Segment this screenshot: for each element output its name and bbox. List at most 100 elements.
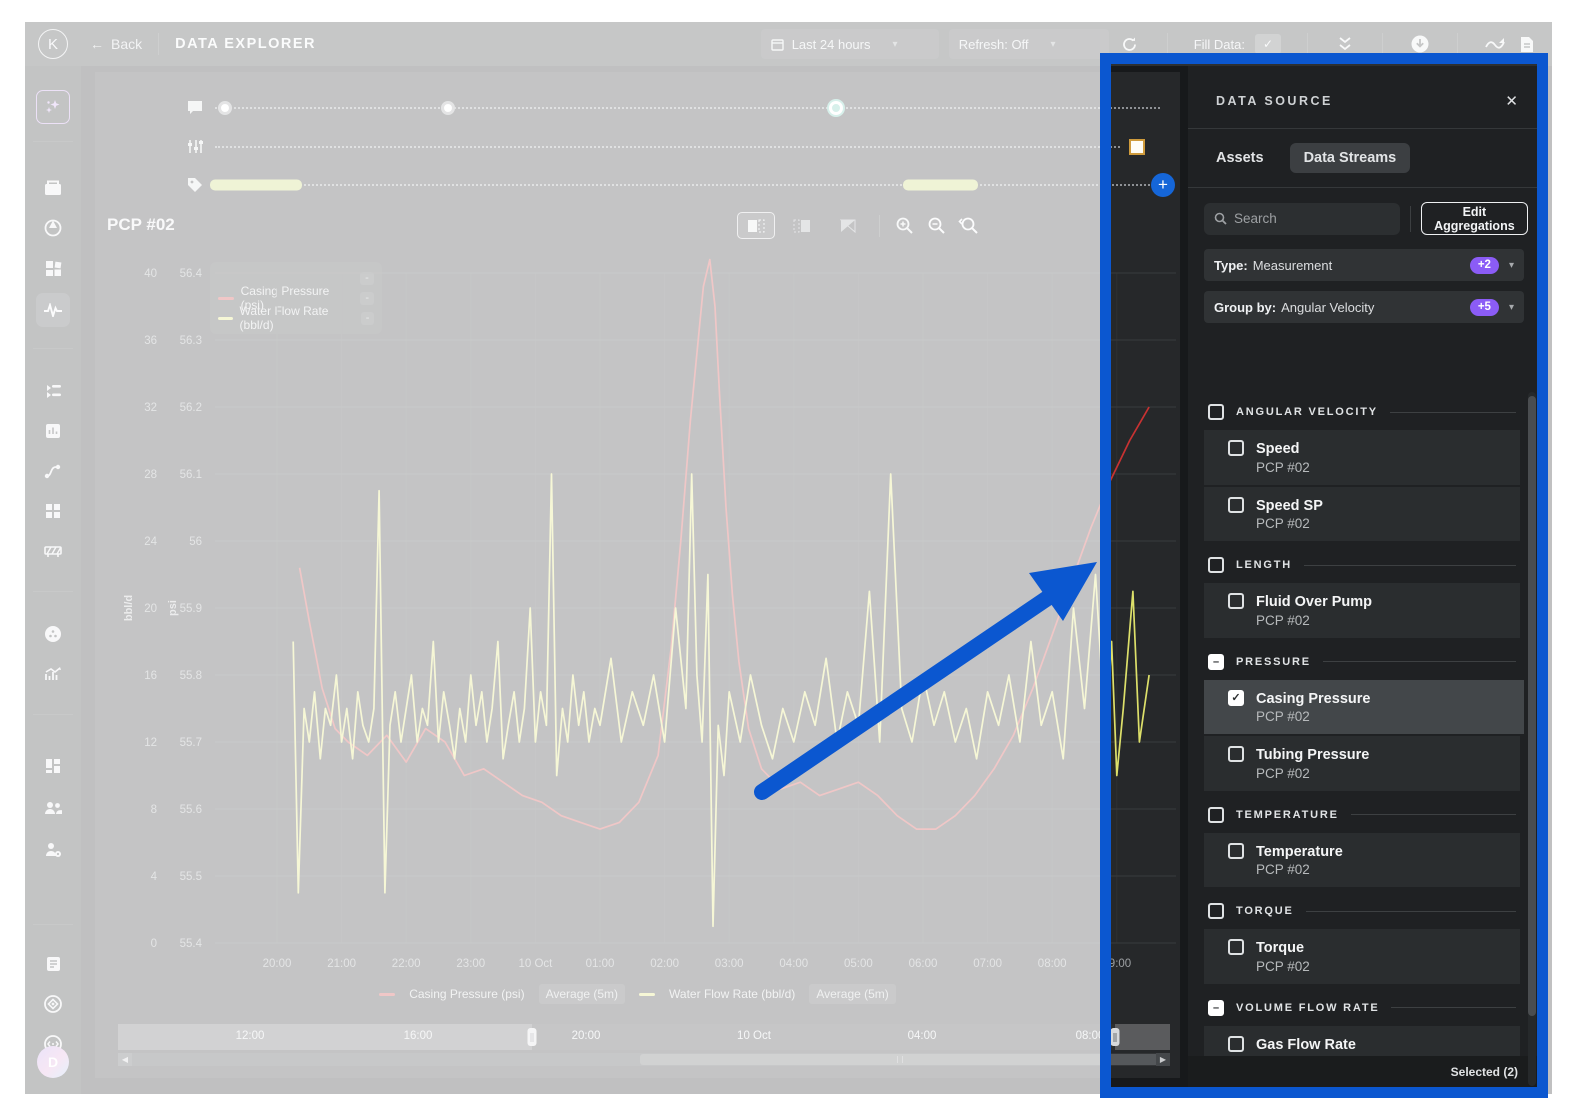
layout-diagonal-button[interactable] (829, 212, 867, 239)
stream-checkbox[interactable] (1228, 939, 1244, 956)
divider (1304, 564, 1516, 566)
stream-name: Gas Flow Rate (1256, 1036, 1356, 1053)
tag-duration-bar[interactable] (903, 179, 978, 191)
group-checkbox[interactable]: – (1208, 999, 1224, 1016)
sidebar-item-reports[interactable] (36, 414, 70, 448)
scroll-right-arrow[interactable]: ▶ (1156, 1053, 1170, 1066)
add-annotation-button[interactable]: + (1151, 173, 1175, 197)
timeseries-chart[interactable]: 40 56.436 56.332 56.228 56.124 5620 55.916 55.8… (110, 258, 1176, 970)
stream-checkbox[interactable] (1228, 842, 1244, 859)
zoom-reset-icon[interactable] (956, 214, 980, 238)
sidebar-item-integrations[interactable] (36, 374, 70, 408)
tab-assets[interactable]: Assets (1216, 143, 1264, 173)
aggregate-badge[interactable]: Average (5m) (809, 984, 896, 1004)
stream-checkbox[interactable]: ✓ (1228, 689, 1244, 706)
panel-scrollbar[interactable] (1528, 392, 1536, 1086)
sidebar-item-apps[interactable] (36, 749, 70, 783)
y-right-tick: 56.4 (180, 268, 203, 280)
stream-group-header: – VOLUME FLOW RATE (1208, 999, 1524, 1016)
tag-duration-bar[interactable] (210, 179, 302, 191)
close-icon[interactable]: ✕ (1505, 92, 1518, 110)
threshold-marker[interactable] (1129, 139, 1145, 155)
reload-icon[interactable] (1119, 33, 1141, 55)
comment-marker[interactable] (829, 101, 843, 115)
download-icon[interactable] (1409, 33, 1431, 55)
stream-item[interactable]: Torque PCP #02 (1204, 929, 1520, 984)
sidebar-item-control[interactable] (36, 617, 70, 651)
group-checkbox[interactable] (1208, 404, 1224, 420)
sidebar-item-docs[interactable] (36, 947, 70, 981)
sidebar-item-maintenance[interactable] (36, 534, 70, 568)
stream-checkbox[interactable] (1228, 593, 1244, 610)
stream-item[interactable]: Speed SP PCP #02 (1204, 486, 1520, 542)
scroll-left-arrow[interactable]: ◀ (118, 1053, 132, 1066)
group-checkbox[interactable] (1208, 806, 1224, 823)
brush-tick-label: 16:00 (403, 1030, 433, 1042)
brush-handle[interactable] (527, 1028, 537, 1046)
sidebar-item-teams[interactable] (36, 791, 70, 825)
comments-timeline[interactable] (215, 107, 1160, 109)
sidebar-item-workflows[interactable] (36, 454, 70, 488)
zoom-in-icon[interactable] (892, 214, 916, 238)
tab-data-streams[interactable]: Data Streams (1289, 143, 1411, 173)
stream-item[interactable]: Speed PCP #02 (1204, 430, 1520, 485)
brush-handle[interactable] (1110, 1028, 1120, 1046)
group-checkbox[interactable]: – (1208, 653, 1224, 670)
chart-bottom-legend: Casing Pressure (psi) Average (5m) Water… (95, 984, 1180, 1004)
y-left-unit: bbl/d (123, 595, 135, 621)
brush-tick-label: 10 Oct (737, 1030, 771, 1042)
horizontal-scrollbar[interactable]: ◀ ▶ (118, 1053, 1170, 1066)
back-button[interactable]: ← Back (90, 36, 142, 52)
group-checkbox[interactable] (1208, 903, 1224, 920)
stream-checkbox[interactable] (1228, 440, 1244, 456)
group-label: VOLUME FLOW RATE (1236, 1001, 1380, 1014)
fill-data-checkbox[interactable]: ✓ (1255, 34, 1281, 54)
stream-checkbox[interactable] (1228, 496, 1244, 513)
app-logo[interactable]: K (38, 29, 68, 59)
divider (33, 591, 73, 592)
stream-checkbox[interactable] (1228, 1035, 1244, 1052)
refresh-select[interactable]: Refresh: Off ▾ (948, 29, 1109, 59)
stream-item[interactable]: Gas Flow RatePCP #02 (1204, 1025, 1520, 1056)
stream-item[interactable]: Tubing Pressure PCP #02 (1204, 736, 1520, 791)
tags-timeline[interactable] (215, 184, 1150, 186)
stream-item[interactable]: Fluid Over Pump PCP #02 (1204, 583, 1520, 638)
sidebar-item-assets[interactable] (36, 251, 70, 285)
layout-split-left-button[interactable] (737, 212, 775, 239)
ai-assistant-button[interactable] (36, 90, 70, 124)
divider (1166, 33, 1168, 55)
report-icon[interactable] (1516, 33, 1538, 55)
brush-unselected-right (1115, 1024, 1170, 1050)
group-by-filter[interactable]: Group by: Angular Velocity +5 ▾ (1204, 291, 1524, 323)
sidebar-item-user-settings[interactable] (36, 833, 70, 867)
sidebar-item-dashboards[interactable] (36, 494, 70, 528)
time-range-select[interactable]: Last 24 hours ▾ (760, 29, 939, 59)
sidebar-item-operations[interactable] (36, 171, 70, 205)
search-field[interactable] (1234, 211, 1374, 226)
x-tick: 05:00 (844, 958, 873, 970)
stream-item[interactable]: Temperature PCP #02 (1204, 832, 1520, 888)
thresholds-timeline[interactable] (215, 146, 1120, 148)
comment-marker[interactable] (441, 101, 455, 115)
layout-split-right-button[interactable] (783, 212, 821, 239)
user-avatar[interactable]: D (37, 1046, 69, 1078)
divider (1307, 33, 1308, 55)
type-filter[interactable]: Type: Measurement +2 ▾ (1204, 249, 1524, 281)
comment-marker[interactable] (218, 101, 232, 115)
collapse-all-icon[interactable] (1334, 33, 1356, 55)
stream-item[interactable]: ✓ Casing Pressure PCP #02 (1204, 679, 1524, 735)
sidebar-item-map[interactable] (36, 211, 70, 245)
trend-export-icon[interactable] (1484, 33, 1506, 55)
sidebar-item-help[interactable] (36, 987, 70, 1021)
stream-checkbox[interactable] (1228, 746, 1244, 763)
search-input[interactable] (1204, 202, 1400, 235)
sidebar-item-data-explorer[interactable] (36, 293, 70, 327)
scrollbar-thumb[interactable] (640, 1054, 1160, 1065)
chevron-down-icon: ▾ (892, 38, 898, 50)
aggregate-badge[interactable]: Average (5m) (538, 984, 626, 1004)
zoom-out-icon[interactable] (924, 214, 948, 238)
edit-aggregations-button[interactable]: Edit Aggregations (1420, 202, 1528, 235)
time-range-brush[interactable]: 12:00 16:00 20:00 10 Oct 04:00 08:00 (118, 1024, 1170, 1050)
group-checkbox[interactable] (1208, 557, 1224, 574)
sidebar-item-analytics[interactable] (36, 657, 70, 691)
